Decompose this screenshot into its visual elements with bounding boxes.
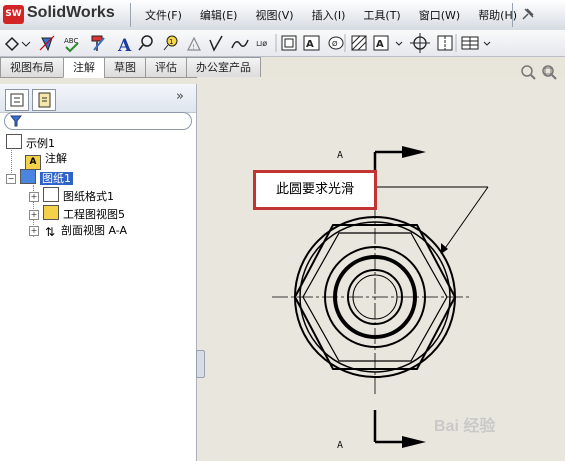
sheet-icon — [20, 169, 36, 184]
tree-item-label: 图纸1 — [40, 172, 73, 185]
tree-item-sheet-format[interactable]: + 图纸格式1 — [29, 187, 114, 203]
section-label-bottom: A — [337, 440, 344, 451]
expand-icon[interactable]: + — [29, 210, 39, 220]
drawing-document-icon — [6, 134, 22, 149]
section-line-top[interactable] — [373, 146, 426, 185]
note-text: 此圆要求光滑 — [275, 182, 354, 197]
feature-manager-tab[interactable] — [5, 89, 29, 111]
annotations-icon: A — [25, 155, 41, 170]
panel-splitter[interactable] — [196, 350, 205, 378]
section-line-bottom[interactable] — [373, 410, 426, 448]
tree-icon — [10, 93, 24, 107]
tree-root-label: 示例1 — [26, 137, 55, 150]
tree-filter-input[interactable] — [4, 112, 192, 130]
property-manager-tab[interactable] — [32, 89, 56, 111]
tree-item-section-view[interactable]: + ⇅ 剖面视图 A-A — [29, 223, 127, 239]
tree-item-label: 剖面视图 A-A — [61, 224, 128, 237]
drawing-view-icon — [43, 205, 59, 220]
tree-item-sheet[interactable]: − 图纸1 — [6, 169, 73, 185]
sheet-format-icon — [43, 187, 59, 202]
property-icon — [38, 92, 51, 108]
collapse-icon[interactable]: − — [6, 174, 16, 184]
expand-panel-icon[interactable]: » — [176, 89, 184, 104]
tree-item-annotations[interactable]: A 注解 — [25, 151, 67, 170]
filter-icon — [9, 115, 23, 127]
tree-item-label: 图纸格式1 — [63, 190, 114, 203]
callout-leader — [371, 186, 489, 255]
note-annotation[interactable]: 此圆要求光滑 — [253, 170, 377, 210]
tree-item-label: 注解 — [45, 152, 67, 165]
panel-tab-bar: » — [0, 84, 196, 113]
tree-root[interactable]: 示例1 — [6, 134, 55, 150]
section-view-icon: ⇅ — [44, 225, 56, 239]
baidu-watermark: Bai 经验 — [434, 418, 496, 435]
expand-icon[interactable]: + — [29, 192, 39, 202]
section-label-top: A — [337, 150, 344, 161]
zoom-to-area-icon[interactable] — [542, 65, 557, 80]
tree-item-label: 工程图视图5 — [63, 208, 125, 221]
tree-item-drawing-view[interactable]: + 工程图视图5 — [29, 205, 125, 221]
expand-icon[interactable]: + — [29, 226, 39, 236]
zoom-to-fit-icon[interactable] — [521, 65, 536, 80]
